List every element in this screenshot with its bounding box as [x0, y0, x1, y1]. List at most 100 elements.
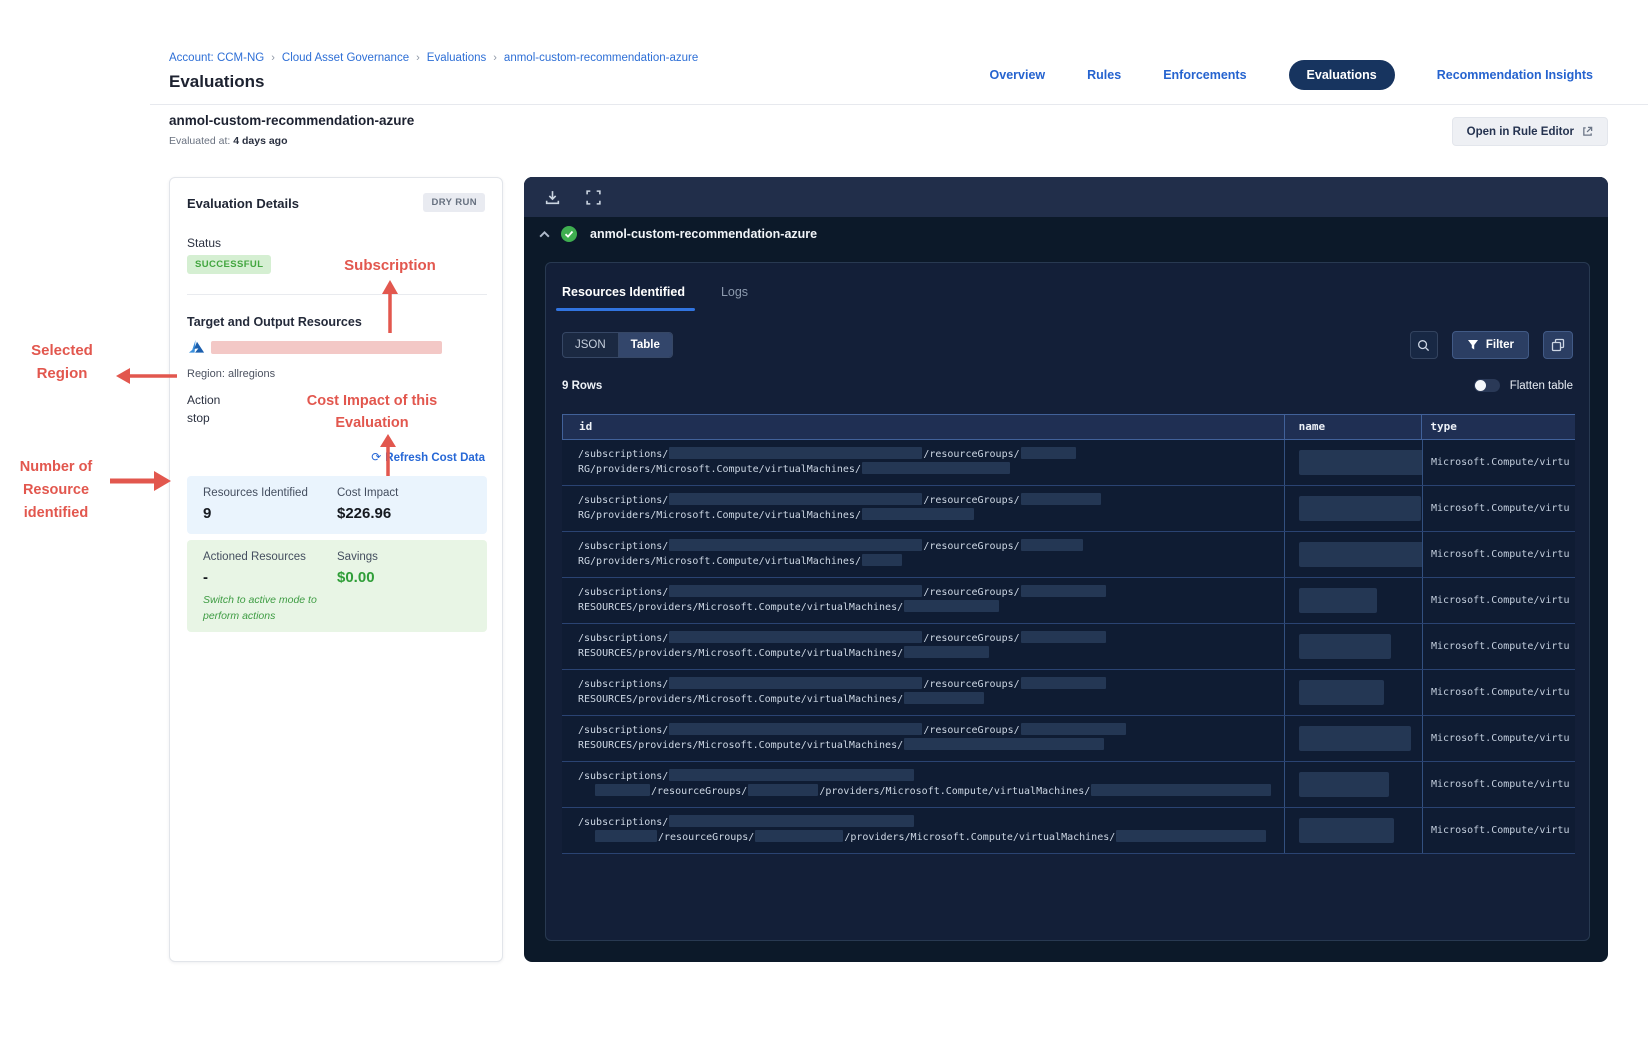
- tab-overview[interactable]: Overview: [990, 68, 1046, 82]
- annotation-subscription: Subscription: [344, 257, 436, 274]
- redacted-name: [1299, 588, 1377, 613]
- nav-tabs: Overview Rules Enforcements Evaluations …: [990, 60, 1593, 90]
- subscription-redacted-bar: [211, 341, 442, 354]
- redacted-value: [1091, 784, 1272, 796]
- savings-label: Savings: [337, 551, 378, 563]
- toggle-knob: [1474, 380, 1486, 391]
- action-label: Action: [187, 393, 221, 407]
- redacted-value: [1020, 723, 1126, 735]
- card-divider: [187, 294, 487, 295]
- redacted-value: [904, 646, 990, 658]
- search-button[interactable]: [1409, 331, 1438, 359]
- viewer-evaluation-name: anmol-custom-recommendation-azure: [590, 227, 818, 241]
- view-toggle-table[interactable]: Table: [617, 333, 672, 357]
- active-mode-note: Switch to active mode to perform actions: [203, 592, 317, 624]
- redacted-value: [861, 508, 974, 520]
- table-header: id name type: [562, 414, 1575, 440]
- redacted-name: [1299, 818, 1394, 843]
- cost-impact-value: $226.96: [337, 505, 392, 522]
- breadcrumb-governance[interactable]: Cloud Asset Governance: [282, 52, 409, 64]
- filter-label: Filter: [1485, 339, 1514, 351]
- table-row: /subscriptions//resourceGroups/RESOURCES…: [562, 716, 1575, 762]
- id-cell: /subscriptions//resourceGroups/RESOURCES…: [562, 624, 1284, 669]
- copy-button[interactable]: [1543, 331, 1573, 359]
- annotation-cost-impact-line1: Cost Impact of this: [306, 393, 438, 409]
- viewer-toolbar: [524, 177, 1608, 217]
- tab-recommendation-insights[interactable]: Recommendation Insights: [1437, 68, 1593, 82]
- filter-button[interactable]: Filter: [1451, 331, 1529, 359]
- table-row: /subscriptions//resourceGroups/RG/provid…: [562, 440, 1575, 486]
- breadcrumb-separator: ›: [416, 52, 420, 64]
- viewer-tabs: Resources Identified Logs: [556, 279, 1573, 311]
- identified-cost-box: Resources Identified 9 Cost Impact $226.…: [187, 476, 487, 534]
- tab-rules[interactable]: Rules: [1087, 68, 1121, 82]
- savings-value: $0.00: [337, 569, 375, 586]
- evaluated-at-value: 4 days ago: [233, 135, 288, 147]
- status-badge: SUCCESSFUL: [187, 255, 272, 274]
- id-cell: /subscriptions//resourceGroups/RESOURCES…: [562, 670, 1284, 715]
- table-row: /subscriptions//resourceGroups//provider…: [562, 762, 1575, 808]
- column-header-name: name: [1283, 415, 1422, 439]
- breadcrumb-account[interactable]: Account: CCM-NG: [169, 52, 264, 64]
- region-value: allregions: [227, 368, 276, 380]
- flatten-table-control: Flatten table: [1473, 379, 1573, 392]
- redacted-value: [904, 738, 1105, 750]
- type-cell: Microsoft.Compute/virtu: [1422, 716, 1575, 761]
- view-toggle: JSON Table: [562, 332, 673, 358]
- redacted-value: [904, 600, 1000, 612]
- annotation-selected-region-line1: Selected: [31, 342, 93, 359]
- id-cell: /subscriptions//resourceGroups/RESOURCES…: [562, 716, 1284, 761]
- download-icon[interactable]: [544, 189, 561, 206]
- table-row: /subscriptions//resourceGroups/RESOURCES…: [562, 670, 1575, 716]
- breadcrumb-evaluations[interactable]: Evaluations: [427, 52, 486, 64]
- redacted-value: [748, 784, 819, 796]
- annotation-selected-region-line2: Region: [36, 365, 88, 382]
- redacted-value: [669, 631, 923, 643]
- table-meta-row: 9 Rows Flatten table: [562, 379, 1573, 392]
- redacted-value: [669, 723, 923, 735]
- annotation-resource-count-line3: identified: [23, 505, 89, 521]
- fullscreen-icon[interactable]: [585, 189, 602, 206]
- tab-enforcements[interactable]: Enforcements: [1163, 68, 1246, 82]
- flatten-table-toggle[interactable]: [1473, 379, 1500, 392]
- redacted-value: [861, 462, 1010, 474]
- redacted-name: [1299, 496, 1421, 521]
- id-cell: /subscriptions//resourceGroups//provider…: [562, 808, 1284, 853]
- column-header-type: type: [1421, 415, 1575, 439]
- annotation-arrow-resource-count: [110, 471, 171, 491]
- breadcrumb-current[interactable]: anmol-custom-recommendation-azure: [504, 52, 698, 64]
- id-cell: /subscriptions//resourceGroups/RG/provid…: [562, 532, 1284, 577]
- redacted-value: [669, 539, 923, 551]
- filter-icon: [1467, 340, 1478, 350]
- type-cell: Microsoft.Compute/virtu: [1422, 808, 1575, 853]
- redacted-value: [755, 830, 844, 842]
- refresh-cost-data-label: Refresh Cost Data: [385, 452, 485, 464]
- resources-viewer-panel: anmol-custom-recommendation-azure Resour…: [524, 177, 1608, 962]
- actioned-resources-value: -: [203, 569, 208, 586]
- tab-resources-identified[interactable]: Resources Identified: [556, 285, 695, 311]
- annotation-selected-region: Selected Region: [8, 339, 116, 385]
- resources-identified-label: Resources Identified: [203, 487, 308, 499]
- redacted-value: [1116, 830, 1267, 842]
- view-toggle-json[interactable]: JSON: [563, 333, 618, 357]
- azure-icon: [188, 339, 205, 353]
- evaluated-at-label: Evaluated at:: [169, 135, 231, 147]
- tab-evaluations[interactable]: Evaluations: [1288, 60, 1395, 90]
- redacted-value: [1020, 539, 1083, 551]
- open-rule-editor-button[interactable]: Open in Rule Editor: [1451, 117, 1608, 146]
- type-cell: Microsoft.Compute/virtu: [1422, 578, 1575, 623]
- rows-count: 9 Rows: [562, 379, 603, 392]
- id-cell: /subscriptions//resourceGroups/RG/provid…: [562, 486, 1284, 531]
- annotation-cost-impact: Cost Impact of this Evaluation: [277, 390, 467, 434]
- viewer-controls: JSON Table Filter: [562, 331, 1573, 359]
- table-row: /subscriptions//resourceGroups/RESOURCES…: [562, 578, 1575, 624]
- table-row: /subscriptions//resourceGroups/RESOURCES…: [562, 624, 1575, 670]
- table-body: /subscriptions//resourceGroups/RG/provid…: [562, 440, 1575, 854]
- tab-logs[interactable]: Logs: [721, 285, 748, 311]
- type-cell: Microsoft.Compute/virtu: [1422, 532, 1575, 577]
- type-cell: Microsoft.Compute/virtu: [1422, 670, 1575, 715]
- name-cell: [1284, 670, 1422, 715]
- type-cell: Microsoft.Compute/virtu: [1422, 486, 1575, 531]
- collapse-chevron-icon[interactable]: [538, 228, 551, 241]
- name-cell: [1284, 532, 1422, 577]
